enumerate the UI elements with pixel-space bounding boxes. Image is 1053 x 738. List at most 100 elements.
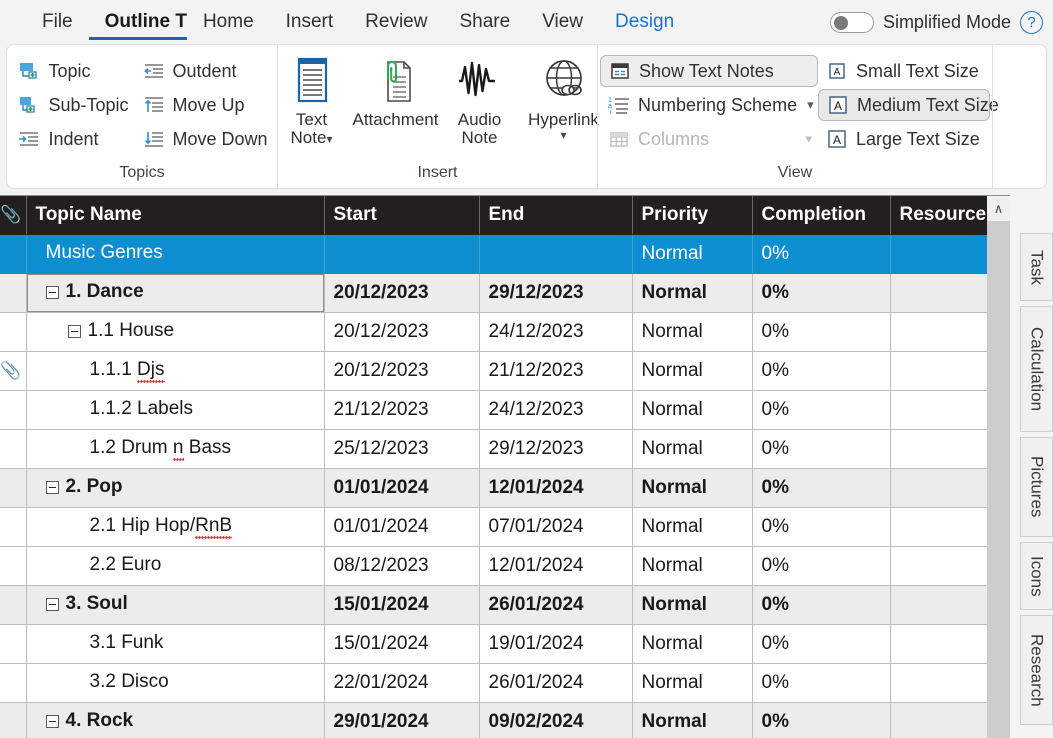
cell-end[interactable]: 24/12/2023	[479, 312, 632, 351]
cell-end[interactable]: 24/12/2023	[479, 390, 632, 429]
help-icon[interactable]: ?	[1020, 11, 1043, 34]
cell-start[interactable]: 20/12/2023	[324, 273, 479, 312]
row-attachment-cell[interactable]	[0, 546, 26, 585]
row-attachment-cell[interactable]	[0, 507, 26, 546]
row-attachment-cell[interactable]	[0, 702, 26, 738]
cell-topic-name[interactable]: 3.1 Funk	[26, 624, 324, 663]
cell-start[interactable]	[324, 234, 479, 273]
attachment-button[interactable]: Attachment	[354, 51, 438, 129]
cell-start[interactable]: 22/01/2024	[324, 663, 479, 702]
column-header-start[interactable]: Start	[324, 196, 479, 234]
cell-resource[interactable]	[890, 273, 987, 312]
side-tab-calculation[interactable]: Calculation	[1020, 306, 1053, 432]
tab-file[interactable]: File	[26, 0, 89, 44]
table-row[interactable]: 1.1.2 Labels21/12/202324/12/2023Normal0%	[0, 390, 987, 429]
row-collapse-toggle[interactable]	[46, 481, 59, 494]
side-tab-task[interactable]: Task	[1020, 233, 1053, 301]
table-row[interactable]: 3. Soul15/01/202426/01/2024Normal0%	[0, 585, 987, 624]
move-up-button[interactable]: Move Up	[135, 88, 274, 122]
scrollbar-track[interactable]	[987, 221, 1010, 738]
cell-resource[interactable]	[890, 234, 987, 273]
cell-topic-name[interactable]: 2.2 Euro	[26, 546, 324, 585]
cell-start[interactable]: 29/01/2024	[324, 702, 479, 738]
move-down-button[interactable]: Move Down	[135, 122, 274, 156]
cell-priority[interactable]: Normal	[632, 702, 752, 738]
cell-priority[interactable]: Normal	[632, 507, 752, 546]
cell-topic-name[interactable]: 1. Dance	[26, 273, 324, 312]
cell-completion[interactable]: 0%	[752, 312, 890, 351]
cell-end[interactable]: 07/01/2024	[479, 507, 632, 546]
cell-resource[interactable]	[890, 624, 987, 663]
column-header-resource[interactable]: Resource	[890, 196, 987, 234]
cell-start[interactable]: 15/01/2024	[324, 585, 479, 624]
cell-priority[interactable]: Normal	[632, 273, 752, 312]
cell-topic-name[interactable]: Music Genres	[26, 234, 324, 273]
cell-completion[interactable]: 0%	[752, 468, 890, 507]
table-row[interactable]: 1.2 Drum n Bass25/12/202329/12/2023Norma…	[0, 429, 987, 468]
cell-priority[interactable]: Normal	[632, 351, 752, 390]
cell-priority[interactable]: Normal	[632, 663, 752, 702]
side-tab-research[interactable]: Research	[1020, 615, 1053, 725]
cell-completion[interactable]: 0%	[752, 546, 890, 585]
cell-topic-name[interactable]: 1.2 Drum n Bass	[26, 429, 324, 468]
table-row[interactable]: 3.1 Funk15/01/202419/01/2024Normal0%	[0, 624, 987, 663]
cell-end[interactable]: 12/01/2024	[479, 546, 632, 585]
table-row[interactable]: 2.2 Euro08/12/202312/01/2024Normal0%	[0, 546, 987, 585]
cell-end[interactable]	[479, 234, 632, 273]
cell-topic-name[interactable]: 1.1 House	[26, 312, 324, 351]
row-collapse-toggle[interactable]	[46, 598, 59, 611]
simplified-mode-toggle[interactable]	[830, 12, 874, 33]
cell-resource[interactable]	[890, 312, 987, 351]
text-note-button[interactable]: Text Note▾	[270, 51, 354, 148]
cell-end[interactable]: 12/01/2024	[479, 468, 632, 507]
audio-note-button[interactable]: Audio Note	[438, 51, 522, 148]
numbering-scheme-button[interactable]: 1 a i Numbering Scheme ▾	[600, 89, 818, 121]
column-header-end[interactable]: End	[479, 196, 632, 234]
cell-topic-name[interactable]: 2. Pop	[26, 468, 324, 507]
cell-resource[interactable]	[890, 351, 987, 390]
cell-topic-name[interactable]: 1.1.1 Djs	[26, 351, 324, 390]
cell-resource[interactable]	[890, 429, 987, 468]
header-attachment-column[interactable]: 📎	[0, 196, 26, 234]
row-attachment-cell[interactable]	[0, 234, 26, 273]
cell-end[interactable]: 29/12/2023	[479, 273, 632, 312]
outdent-button[interactable]: Outdent	[135, 54, 274, 88]
side-tab-icons[interactable]: Icons	[1020, 542, 1053, 610]
cell-start[interactable]: 20/12/2023	[324, 312, 479, 351]
topic-button[interactable]: Topic	[10, 54, 134, 88]
row-attachment-cell[interactable]	[0, 468, 26, 507]
cell-resource[interactable]	[890, 585, 987, 624]
cell-topic-name[interactable]: 4. Rock	[26, 702, 324, 738]
tab-outline-t[interactable]: Outline T	[89, 0, 187, 44]
cell-topic-name[interactable]: 1.1.2 Labels	[26, 390, 324, 429]
table-row[interactable]: 4. Rock29/01/202409/02/2024Normal0%	[0, 702, 987, 738]
row-attachment-cell[interactable]	[0, 312, 26, 351]
row-attachment-cell[interactable]	[0, 429, 26, 468]
row-attachment-cell[interactable]	[0, 390, 26, 429]
tab-share[interactable]: Share	[443, 0, 526, 44]
cell-resource[interactable]	[890, 663, 987, 702]
cell-end[interactable]: 19/01/2024	[479, 624, 632, 663]
cell-start[interactable]: 21/12/2023	[324, 390, 479, 429]
cell-completion[interactable]: 0%	[752, 507, 890, 546]
table-row[interactable]: Music GenresNormal0%	[0, 234, 987, 273]
cell-priority[interactable]: Normal	[632, 312, 752, 351]
scroll-up-arrow-icon[interactable]: ∧	[987, 196, 1010, 221]
cell-completion[interactable]: 0%	[752, 624, 890, 663]
show-text-notes-button[interactable]: Show Text Notes	[600, 55, 818, 87]
cell-resource[interactable]	[890, 468, 987, 507]
cell-start[interactable]: 20/12/2023	[324, 351, 479, 390]
cell-priority[interactable]: Normal	[632, 429, 752, 468]
tab-design[interactable]: Design	[599, 0, 690, 44]
cell-end[interactable]: 26/01/2024	[479, 585, 632, 624]
cell-end[interactable]: 29/12/2023	[479, 429, 632, 468]
cell-priority[interactable]: Normal	[632, 390, 752, 429]
cell-topic-name[interactable]: 3. Soul	[26, 585, 324, 624]
row-collapse-toggle[interactable]	[46, 286, 59, 299]
table-row[interactable]: 2. Pop01/01/202412/01/2024Normal0%	[0, 468, 987, 507]
row-attachment-cell[interactable]: 📎	[0, 351, 26, 390]
row-attachment-cell[interactable]	[0, 624, 26, 663]
cell-completion[interactable]: 0%	[752, 429, 890, 468]
cell-completion[interactable]: 0%	[752, 390, 890, 429]
cell-start[interactable]: 08/12/2023	[324, 546, 479, 585]
